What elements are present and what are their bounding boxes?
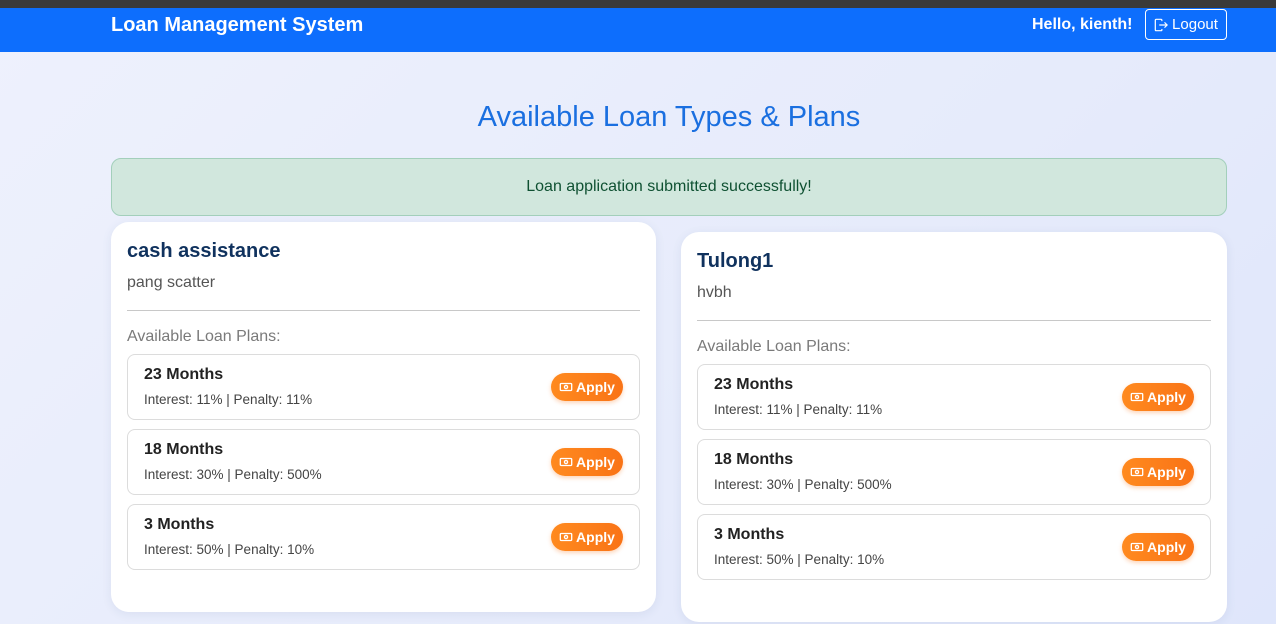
apply-button[interactable]: Apply: [551, 373, 623, 401]
apply-label: Apply: [1147, 464, 1186, 480]
card-divider: [697, 320, 1211, 321]
plan-terms: Interest: 30% | Penalty: 500%: [714, 477, 892, 492]
apply-button[interactable]: Apply: [1122, 458, 1194, 486]
loan-type-description: pang scatter: [127, 274, 216, 291]
cash-icon: [559, 382, 573, 392]
plan-terms: Interest: 50% | Penalty: 10%: [144, 542, 315, 557]
apply-label: Apply: [576, 379, 615, 395]
plans-label: Available Loan Plans:: [697, 338, 851, 355]
logout-button[interactable]: Logout: [1145, 9, 1227, 40]
plan-duration: 23 Months: [714, 376, 794, 393]
apply-label: Apply: [576, 529, 615, 545]
plans-label: Available Loan Plans:: [127, 328, 281, 345]
card-divider: [127, 310, 640, 311]
apply-button[interactable]: Apply: [551, 448, 623, 476]
apply-button[interactable]: Apply: [1122, 533, 1194, 561]
plan-terms: Interest: 30% | Penalty: 500%: [144, 467, 322, 482]
loan-type-description: hvbh: [697, 284, 732, 301]
plan-item: 23 Months Interest: 11% | Penalty: 11% A…: [127, 354, 640, 420]
apply-button[interactable]: Apply: [551, 523, 623, 551]
brand-title[interactable]: Loan Management System: [111, 12, 363, 38]
plan-duration: 18 Months: [714, 451, 794, 468]
plan-item: 18 Months Interest: 30% | Penalty: 500% …: [697, 439, 1211, 505]
loan-type-name: Tulong1: [697, 250, 774, 272]
plan-item: 23 Months Interest: 11% | Penalty: 11% A…: [697, 364, 1211, 430]
logout-label: Logout: [1172, 16, 1218, 33]
loan-type-card-cash-assistance: cash assistance pang scatter Available L…: [111, 222, 656, 612]
page-title: Available Loan Types & Plans: [477, 101, 861, 133]
box-arrow-right-icon: [1154, 18, 1169, 31]
apply-button[interactable]: Apply: [1122, 383, 1194, 411]
loan-type-name: cash assistance: [127, 240, 281, 262]
loan-type-card-tulong1: Tulong1 hvbh Available Loan Plans: 23 Mo…: [681, 232, 1227, 622]
cash-icon: [1130, 542, 1144, 552]
plan-duration: 3 Months: [144, 516, 215, 533]
cash-icon: [1130, 467, 1144, 477]
user-greeting: Hello, kienth!: [1032, 16, 1133, 33]
plan-item: 3 Months Interest: 50% | Penalty: 10% Ap…: [697, 514, 1211, 580]
plan-duration: 23 Months: [144, 366, 224, 383]
plan-terms: Interest: 50% | Penalty: 10%: [714, 552, 885, 567]
apply-label: Apply: [1147, 389, 1186, 405]
alert-message: Loan application submitted successfully!: [526, 178, 812, 195]
plan-duration: 3 Months: [714, 526, 785, 543]
apply-label: Apply: [1147, 539, 1186, 555]
cash-icon: [559, 532, 573, 542]
success-alert: Loan application submitted successfully!: [111, 158, 1227, 216]
cash-icon: [559, 457, 573, 467]
plan-terms: Interest: 11% | Penalty: 11%: [144, 392, 313, 407]
cash-icon: [1130, 392, 1144, 402]
apply-label: Apply: [576, 454, 615, 470]
top-navbar: Loan Management System Hello, kienth! Lo…: [0, 0, 1276, 52]
plan-duration: 18 Months: [144, 441, 224, 458]
plan-item: 18 Months Interest: 30% | Penalty: 500% …: [127, 429, 640, 495]
plan-item: 3 Months Interest: 50% | Penalty: 10% Ap…: [127, 504, 640, 570]
plan-terms: Interest: 11% | Penalty: 11%: [714, 402, 883, 417]
